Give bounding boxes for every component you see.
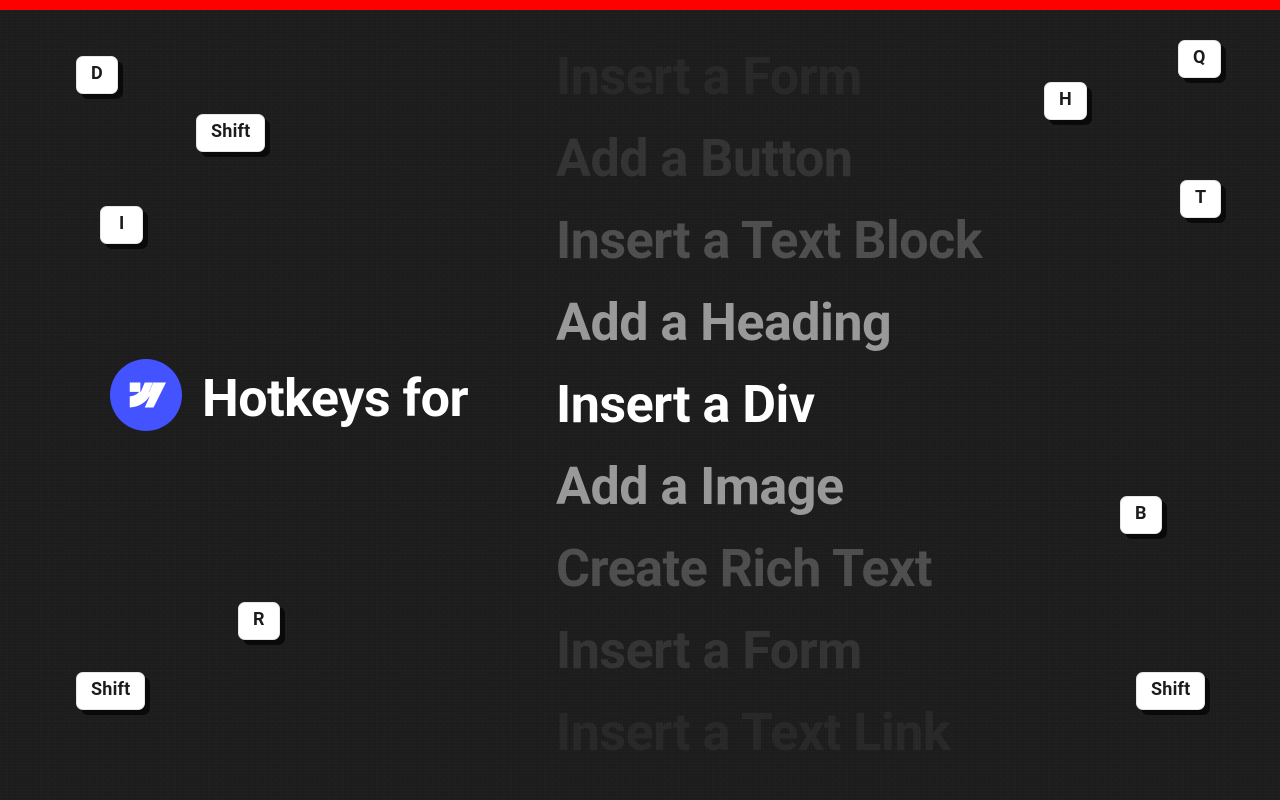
webflow-w-icon	[126, 382, 166, 408]
key-i: I	[100, 206, 143, 244]
key-shift: Shift	[76, 672, 145, 710]
top-accent-bar	[0, 0, 1280, 10]
key-shift: Shift	[196, 114, 265, 152]
ticker-item: Insert a Text Link	[556, 692, 1276, 774]
key-d: D	[76, 56, 118, 94]
ticker-item: Insert a Text Block	[556, 200, 1276, 282]
ticker-item: Add a Image	[556, 446, 1276, 528]
hotkey-ticker: Insert a Form Add a Button Insert a Text…	[556, 36, 1276, 774]
ticker-item: Insert a Div	[556, 364, 1276, 446]
ticker-item: Insert a Form	[556, 610, 1276, 692]
headline-prefix: Hotkeys for	[202, 368, 468, 429]
key-r: R	[238, 602, 280, 640]
webflow-logo-icon	[110, 359, 182, 431]
ticker-item: Add a Button	[556, 118, 1276, 200]
ticker-item: Add a Heading	[556, 282, 1276, 364]
ticker-item: Create Rich Text	[556, 528, 1276, 610]
ticker-item: Insert a Form	[556, 36, 1276, 118]
